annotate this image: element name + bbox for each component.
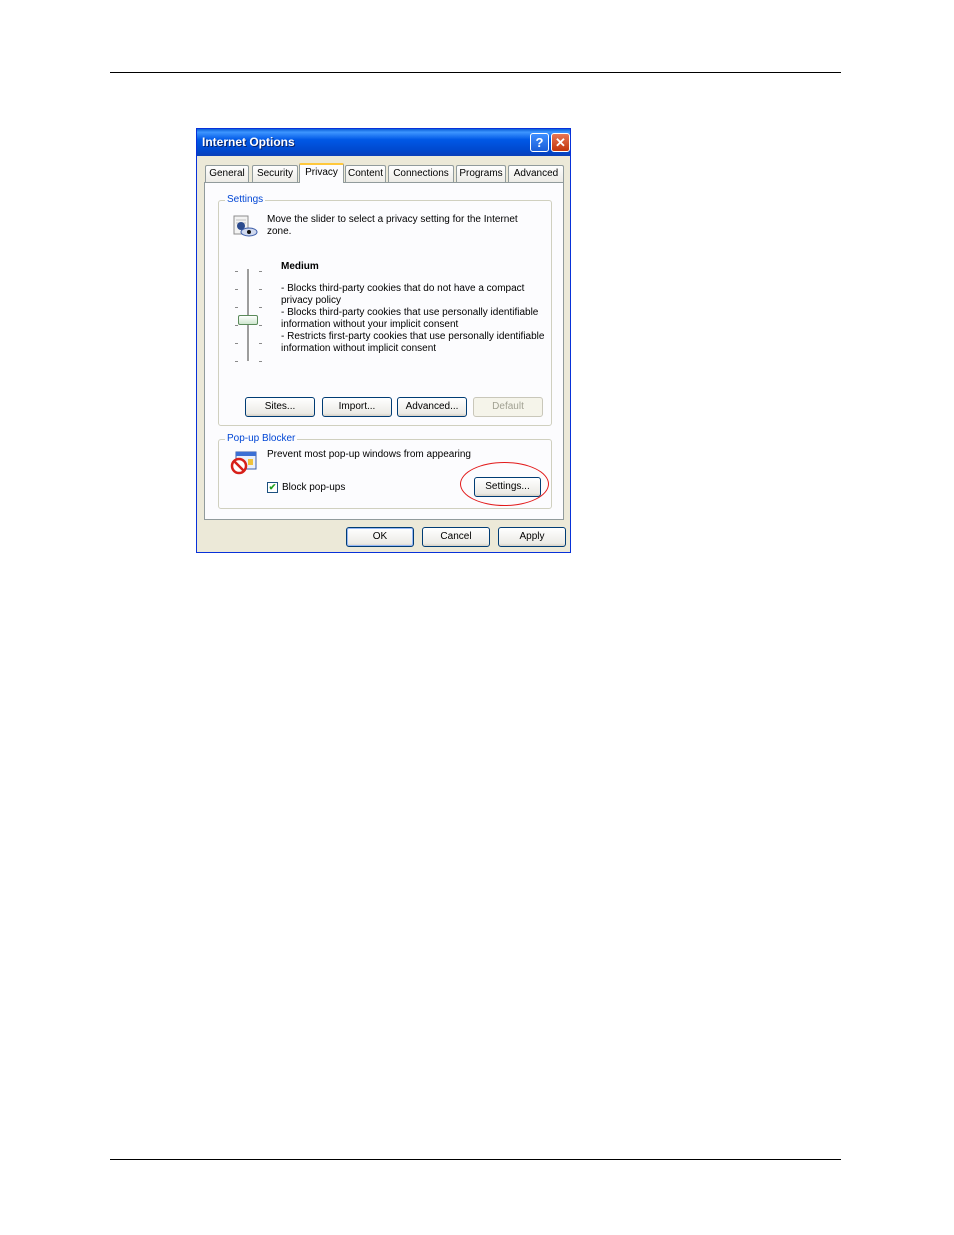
slider-tick: [235, 361, 238, 362]
intro-line-1: Move the slider to select a privacy sett…: [267, 214, 518, 225]
slider-tick: [259, 289, 262, 290]
intro-line-2: zone.: [267, 226, 292, 237]
slider-tick: [235, 289, 238, 290]
tab-content[interactable]: Content: [345, 165, 386, 182]
level-desc-line: - Blocks third-party cookies that use pe…: [281, 307, 539, 318]
level-desc-line: - Restricts first-party cookies that use…: [281, 331, 545, 342]
apply-button[interactable]: Apply: [498, 527, 566, 547]
slider-tick: [235, 343, 238, 344]
slider-thumb[interactable]: [238, 315, 258, 325]
level-desc-line: information without your implicit consen…: [281, 319, 459, 330]
slider-tick: [235, 271, 238, 272]
dialog-title: Internet Options: [202, 135, 295, 149]
import-button[interactable]: Import...: [322, 397, 392, 417]
privacy-level: Medium: [281, 261, 319, 272]
tab-privacy[interactable]: Privacy: [299, 163, 344, 183]
slider-tick: [259, 343, 262, 344]
tab-programs[interactable]: Programs: [456, 165, 506, 182]
default-button[interactable]: Default: [473, 397, 543, 417]
settings-group: Settings Move the slider to select a pri…: [218, 194, 552, 426]
slider-tick: [259, 361, 262, 362]
help-button[interactable]: ?: [530, 133, 549, 152]
cancel-button[interactable]: Cancel: [422, 527, 490, 547]
level-desc-line: - Blocks third-party cookies that do not…: [281, 283, 525, 294]
tab-advanced[interactable]: Advanced: [508, 165, 564, 182]
privacy-person-icon: [233, 215, 258, 237]
page-rule-bottom: [110, 1159, 841, 1160]
advanced-button[interactable]: Advanced...: [397, 397, 467, 417]
slider-tick: [235, 325, 238, 326]
internet-options-dialog: Internet Options ? ✕ General Security Pr…: [196, 128, 571, 553]
slider-tick: [235, 307, 238, 308]
annotation-circle: [460, 462, 549, 506]
block-popups-checkbox[interactable]: ✔: [267, 482, 278, 493]
title-bar[interactable]: Internet Options ? ✕: [197, 129, 570, 156]
slider-tick: [259, 325, 262, 326]
level-desc-line: privacy policy: [281, 295, 342, 306]
popup-description: Prevent most pop-up windows from appeari…: [267, 449, 471, 460]
settings-group-label: Settings: [225, 194, 266, 205]
popup-group-label: Pop-up Blocker: [225, 433, 298, 444]
page-rule-top: [110, 72, 841, 73]
close-button[interactable]: ✕: [551, 133, 570, 152]
tab-general[interactable]: General: [205, 165, 249, 182]
popup-blocker-icon: [230, 451, 257, 475]
tab-security[interactable]: Security: [252, 165, 298, 182]
slider-tick: [259, 307, 262, 308]
slider-tick: [259, 271, 262, 272]
tab-connections[interactable]: Connections: [388, 165, 454, 182]
level-desc-line: information without implicit consent: [281, 343, 437, 354]
sites-button[interactable]: Sites...: [245, 397, 315, 417]
ok-button[interactable]: OK: [346, 527, 414, 547]
block-popups-label[interactable]: Block pop-ups: [282, 482, 345, 494]
